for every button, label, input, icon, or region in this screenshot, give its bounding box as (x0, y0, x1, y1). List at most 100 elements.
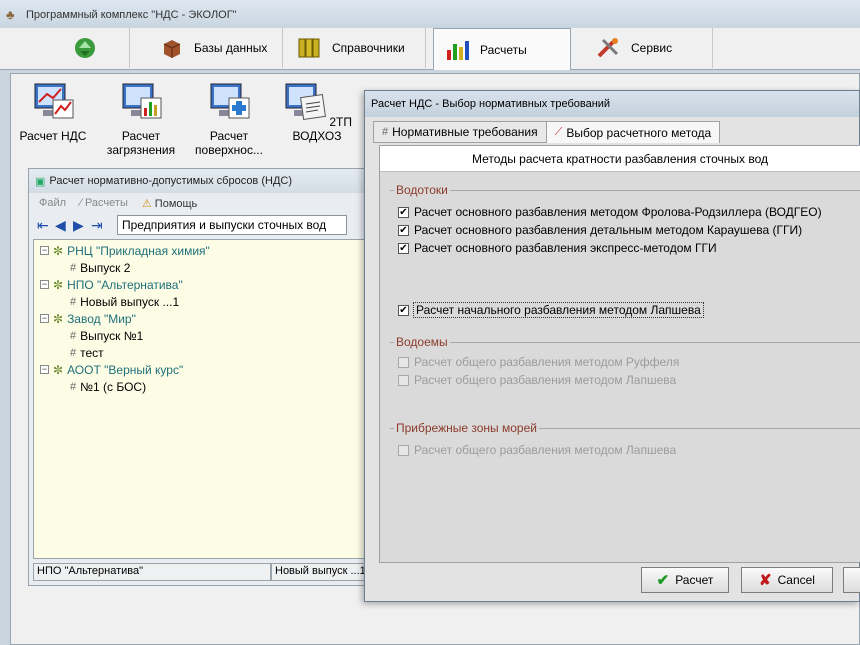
menu-file[interactable]: Файл (39, 197, 66, 209)
tree-leaf[interactable]: # №1 (с БОС) (40, 378, 360, 395)
tool-calc-pollution-label: Расчет загрязнения (106, 129, 176, 157)
tree-node[interactable]: − ✼ НПО "Альтернатива" (40, 276, 360, 293)
tab-normative-requirements[interactable]: # Нормативные требования (373, 121, 547, 143)
collapse-icon[interactable]: − (40, 280, 49, 289)
group-label: Водоемы (394, 335, 450, 349)
tree-leaf-label: Выпуск 2 (80, 260, 131, 275)
prev-arrow-icon[interactable]: ◀ (55, 218, 69, 232)
nds-toolbar: ⇤ ◀ ▶ ⇥ Предприятия и выпуски сточных во… (29, 213, 370, 237)
tree-leaf[interactable]: # тест (40, 344, 360, 361)
tool-2tp-vodhoz[interactable]: 2ТП ВОДХОЗ (277, 80, 357, 143)
checkbox-label: Расчет основного разбавления методом Фро… (414, 205, 822, 219)
checkbox-label: Расчет общего разбавления методом Лапшев… (414, 443, 677, 457)
recycle-icon (74, 38, 95, 58)
computer-chart-icon (34, 83, 74, 119)
computer-medical-icon (210, 83, 250, 119)
tool-calc-nds-label: Расчет НДС (19, 129, 87, 143)
close-icon: ✘ (759, 572, 772, 589)
check-icon: ✔ (398, 242, 409, 254)
tab-calculations[interactable]: Расчеты (433, 28, 571, 70)
checkbox-box (398, 444, 409, 456)
tree-node-label: НПО "Альтернатива" (67, 277, 183, 292)
main-tabs: Базы данных Справочники Расчеты Сервис (0, 28, 860, 70)
collapse-icon[interactable]: − (40, 365, 49, 374)
calculate-button[interactable]: ✔ Расчет (641, 567, 729, 593)
app-title: Программный комплекс "НДС - ЭКОЛОГ" (26, 9, 237, 21)
checkbox-label: Расчет начального разбавления методом Ла… (413, 302, 704, 318)
outlet-icon: # (70, 261, 77, 274)
checkbox-label: Расчет общего разбавления методом Лапшев… (414, 373, 677, 387)
tree-leaf[interactable]: # Выпуск №1 (40, 327, 360, 344)
collapse-icon[interactable]: − (40, 246, 49, 255)
gear-icon: ✼ (53, 362, 64, 377)
checkbox-box (398, 374, 409, 386)
check-icon: ✔ (656, 572, 670, 589)
menu-calculations-label: Расчеты (84, 197, 128, 209)
checkbox-label: Расчет основного разбавления детальным м… (414, 223, 803, 237)
calculate-button-label: Расчет (675, 573, 714, 587)
nds-window: ▣ Расчет нормативно-допустимых сбросов (… (28, 168, 371, 586)
cancel-button[interactable]: ✘ Cancel (741, 567, 833, 593)
status-outlet: Новый выпуск ...1 (271, 563, 367, 581)
group-coastal: Прибрежные зоны морей Расчет общего разб… (390, 421, 860, 488)
tree-node-label: РНЦ "Прикладная химия" (67, 243, 210, 258)
status-bar: НПО "Альтернатива" Новый выпуск ...1 (33, 563, 367, 581)
tree-leaf[interactable]: # Новый выпуск ...1 (40, 293, 360, 310)
extra-button[interactable] (843, 567, 860, 593)
app-icon: ♣ (6, 7, 15, 22)
group-label: Прибрежные зоны морей (394, 421, 539, 435)
tree-leaf[interactable]: # Выпуск 2 (40, 259, 360, 276)
next-arrow-icon[interactable]: ▶ (73, 218, 87, 232)
tool-calc-surface[interactable]: Расчет поверхнос... (189, 80, 269, 157)
outlet-icon: # (70, 380, 77, 393)
method-dialog: Расчет НДС - Выбор нормативных требовани… (364, 90, 860, 602)
tree-node[interactable]: − ✼ РНЦ "Прикладная химия" (40, 242, 360, 259)
tab-service[interactable]: Сервис (585, 28, 713, 68)
first-arrow-icon[interactable]: ⇤ (37, 218, 51, 232)
tab-calculations-label: Расчеты (480, 42, 527, 57)
dialog-title: Расчет НДС - Выбор нормативных требовани… (371, 98, 611, 110)
bar-chart-icon (447, 40, 469, 60)
tab-databases[interactable]: Базы данных (148, 28, 283, 68)
gear-icon: ✼ (53, 243, 64, 258)
checkbox-frolov[interactable]: ✔ Расчет основного разбавления методом Ф… (398, 205, 822, 219)
tab-references[interactable]: Справочники (286, 28, 426, 68)
tree-leaf-label: №1 (с БОС) (80, 379, 147, 394)
checkbox-lapshev-reservoir[interactable]: Расчет общего разбавления методом Лапшев… (398, 373, 676, 387)
menu-calculations[interactable]: ⁄ Расчеты (80, 197, 128, 209)
check-icon: ✔ (398, 206, 409, 218)
gear-icon: ✼ (53, 277, 64, 292)
tab-service-label: Сервис (631, 41, 673, 55)
checkbox-lapshev-coastal[interactable]: Расчет общего разбавления методом Лапшев… (398, 443, 676, 457)
gear-icon: ✼ (53, 311, 64, 326)
dialog-tabs: # Нормативные требования ⟋ Выбор расчетн… (373, 121, 721, 143)
checkbox-karaushev[interactable]: ✔ Расчет основного разбавления детальным… (398, 223, 802, 237)
checkbox-lapshev-initial[interactable]: ✔ Расчет начального разбавления методом … (398, 302, 704, 318)
tools-icon (597, 38, 619, 58)
tool-calc-nds[interactable]: Расчет НДС (13, 80, 93, 143)
last-arrow-icon[interactable]: ⇥ (91, 218, 105, 232)
tab-home[interactable] (40, 28, 130, 68)
check-icon: ✔ (398, 224, 409, 236)
enterprise-tree: − ✼ РНЦ "Прикладная химия" # Выпуск 2 − … (33, 239, 367, 559)
method-panel: Методы расчета кратности разбавления сто… (379, 145, 860, 563)
tab-normative-label: Нормативные требования (392, 125, 538, 139)
line-chart-icon: ⟋ (554, 126, 563, 138)
group-watercourses: Водотоки ✔ Расчет основного разбавления … (390, 183, 860, 330)
tree-node-label: Завод "Мир" (67, 311, 136, 326)
checkbox-express[interactable]: ✔ Расчет основного разбавления экспресс-… (398, 241, 717, 255)
menu-help[interactable]: ⚠ Помощь (142, 197, 197, 210)
tree-node[interactable]: − ✼ Завод "Мир" (40, 310, 360, 327)
collapse-icon[interactable]: − (40, 314, 49, 323)
checkbox-ruffel[interactable]: Расчет общего разбавления методом Руффел… (398, 355, 679, 369)
tree-leaf-label: тест (80, 345, 104, 360)
tab-databases-label: Базы данных (194, 41, 268, 55)
tree-node[interactable]: − ✼ АООТ "Верный курс" (40, 361, 360, 378)
tool-calc-pollution[interactable]: Расчет загрязнения (101, 80, 181, 157)
enterprise-selector[interactable]: Предприятия и выпуски сточных вод (117, 215, 347, 235)
warning-icon: ⚠ (141, 197, 152, 210)
window-icon: ▣ (35, 175, 46, 188)
computer-bars-icon (122, 83, 162, 119)
tab-calc-method[interactable]: ⟋ Выбор расчетного метода (545, 121, 721, 143)
status-enterprise: НПО "Альтернатива" (33, 563, 271, 581)
